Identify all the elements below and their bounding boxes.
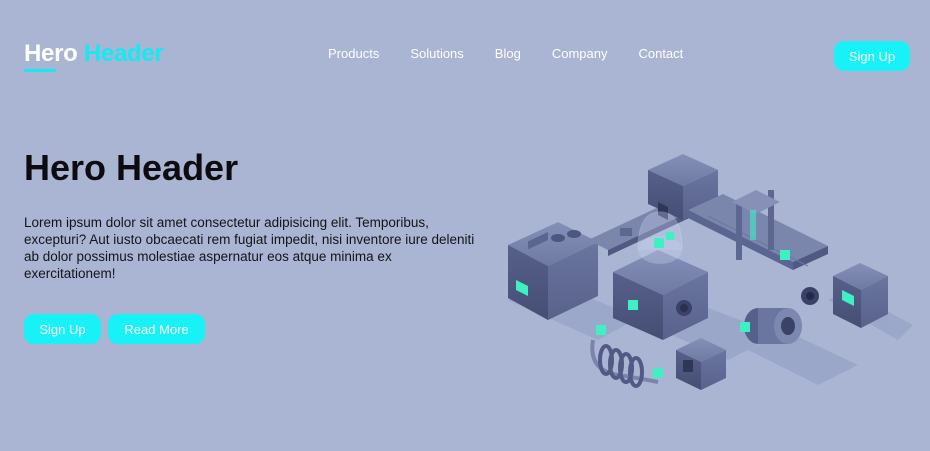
main-nav: Products Solutions Blog Company Contact [328,46,714,61]
nav-link-blog[interactable]: Blog [495,46,521,61]
isometric-factory-illustration [508,154,913,390]
hero-description: Lorem ipsum dolor sit amet consectetur a… [24,215,475,281]
logo-word-hero: Hero [24,40,78,67]
right-end-machine [801,263,888,328]
nav-link-contact[interactable]: Contact [638,46,683,61]
cylinder-machine [740,308,802,344]
hero-signup-button[interactable]: Sign Up [24,314,101,344]
logo-word-header: Header [83,40,164,67]
nav-link-products[interactable]: Products [328,46,379,61]
cube-glow [780,250,790,260]
hero-title: Hero Header [24,147,239,188]
nav-link-solutions[interactable]: Solutions [410,46,463,61]
nav-link-company[interactable]: Company [552,46,608,61]
read-more-button[interactable]: Read More [108,314,205,344]
logo[interactable]: Hero Header [24,40,164,68]
landing-page: Hero Header Products Solutions Blog Comp… [0,0,930,451]
logo-underline [24,69,56,72]
nav-signup-button[interactable]: Sign Up [834,41,910,71]
